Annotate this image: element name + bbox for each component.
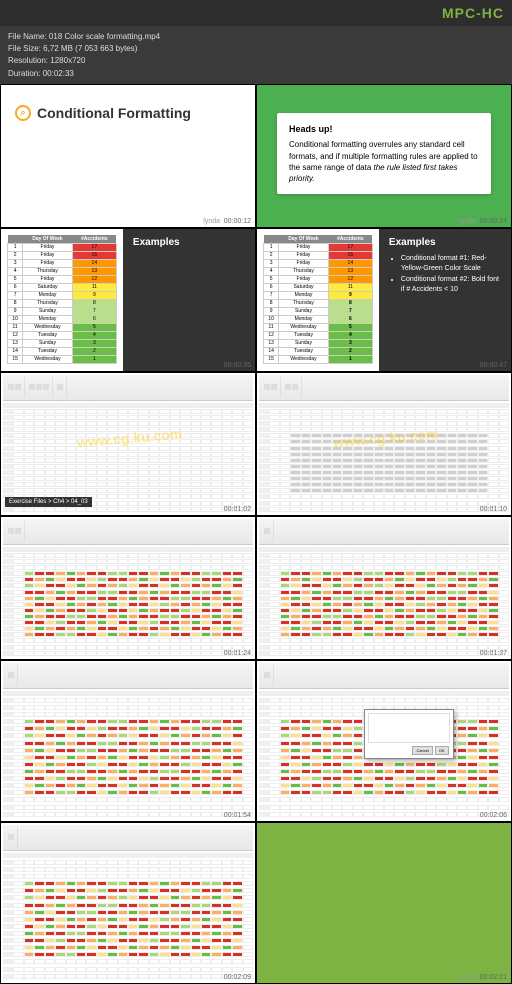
file-res-value: 1280x720: [50, 56, 85, 65]
thumb-12[interactable]: lynda 00:02:21: [257, 823, 511, 983]
thumb-7[interactable]: 00:01:24: [1, 517, 255, 659]
timestamp: 00:00:35: [224, 362, 251, 369]
thumb-2[interactable]: Heads up! Conditional formatting overrul…: [257, 85, 511, 227]
app-title-bar: MPC-HC: [0, 0, 512, 26]
ok-button[interactable]: OK: [435, 746, 449, 755]
file-dur-value: 00:02:33: [43, 69, 74, 78]
excel-ribbon[interactable]: [3, 519, 253, 545]
examples-heading: Examples: [389, 237, 501, 248]
file-name-label: File Name:: [8, 32, 47, 41]
cancel-button[interactable]: Cancel: [412, 746, 432, 755]
app-title: MPC-HC: [442, 5, 504, 21]
worksheet[interactable]: [259, 403, 509, 513]
thumb-9[interactable]: 00:01:54: [1, 661, 255, 821]
excel-ribbon[interactable]: [259, 375, 509, 401]
timestamp: 00:01:54: [224, 812, 251, 819]
timestamp: 00:01:24: [224, 650, 251, 657]
timestamp: 00:00:47: [480, 362, 507, 369]
excel-ribbon[interactable]: [3, 825, 253, 851]
timestamp: 00:00:24: [480, 218, 507, 225]
thumb-3[interactable]: Day Of Week#Accidents1Friday172Friday153…: [1, 229, 255, 371]
thumb-1[interactable]: ⌕ Conditional Formatting lynda 00:00:12: [1, 85, 255, 227]
example-table: Day Of Week#Accidents1Friday172Friday153…: [263, 235, 373, 364]
example-title-panel: Examples: [123, 229, 255, 371]
file-dur-label: Duration:: [8, 69, 40, 78]
breadcrumb: Exercise Files > Ch4 > 04_03: [5, 497, 92, 507]
file-name-value: 018 Color scale formatting.mp4: [49, 32, 160, 41]
timestamp: 00:02:09: [224, 974, 251, 981]
callout-heading: Heads up!: [289, 123, 479, 136]
example-bullets-panel: Examples Conditional format #1: Red-Yell…: [379, 229, 511, 371]
thumb-5[interactable]: Exercise Files > Ch4 > 04_03 www.cg.ku.c…: [1, 373, 255, 515]
worksheet-heatmap[interactable]: [259, 547, 509, 657]
timestamp: 00:01:02: [224, 506, 251, 513]
slide1-title: ⌕ Conditional Formatting: [15, 105, 241, 121]
excel-ribbon[interactable]: [3, 663, 253, 689]
magnifier-icon: ⌕: [15, 105, 31, 121]
brand-label: lynda: [203, 218, 220, 225]
format-dialog[interactable]: OK Cancel: [364, 709, 454, 759]
thumb-6[interactable]: www.cg.ku.com 00:01:10: [257, 373, 511, 515]
brand-label: lynda: [459, 974, 476, 981]
bullet-list: Conditional format #1: Red-Yellow-Green …: [401, 254, 501, 296]
file-size-value: 6,72 MB (7 053 663 bytes): [43, 44, 137, 53]
timestamp: 00:02:21: [480, 974, 507, 981]
excel-ribbon[interactable]: [3, 375, 253, 401]
brand-label: lynda: [459, 218, 476, 225]
worksheet-heatmap[interactable]: [3, 547, 253, 657]
timestamp: 00:00:12: [224, 218, 251, 225]
thumb-10[interactable]: OK Cancel 00:02:06: [257, 661, 511, 821]
timestamp: 00:01:10: [480, 506, 507, 513]
file-info-panel: File Name: 018 Color scale formatting.mp…: [0, 26, 512, 84]
file-res-label: Resolution:: [8, 56, 48, 65]
thumb-11[interactable]: 00:02:09: [1, 823, 255, 983]
excel-ribbon[interactable]: [259, 519, 509, 545]
example-table-wrap: Day Of Week#Accidents1Friday172Friday153…: [1, 229, 123, 371]
thumb-8[interactable]: 00:01:37: [257, 517, 511, 659]
thumbnail-grid: ⌕ Conditional Formatting lynda 00:00:12 …: [0, 84, 512, 984]
worksheet-heatmap[interactable]: [3, 853, 253, 981]
worksheet-heatmap[interactable]: [3, 691, 253, 819]
timestamp: 00:01:37: [480, 650, 507, 657]
callout-card: Heads up! Conditional formatting overrul…: [277, 113, 491, 194]
dialog-content: [368, 713, 450, 743]
example-table: Day Of Week#Accidents1Friday172Friday153…: [7, 235, 117, 364]
thumb-4[interactable]: Day Of Week#Accidents1Friday172Friday153…: [257, 229, 511, 371]
excel-ribbon[interactable]: [259, 663, 509, 689]
callout-body: Conditional formatting overrules any sta…: [289, 139, 479, 184]
example-table-wrap: Day Of Week#Accidents1Friday172Friday153…: [257, 229, 379, 371]
timestamp: 00:02:06: [480, 812, 507, 819]
examples-heading: Examples: [133, 237, 245, 248]
file-size-label: File Size:: [8, 44, 41, 53]
